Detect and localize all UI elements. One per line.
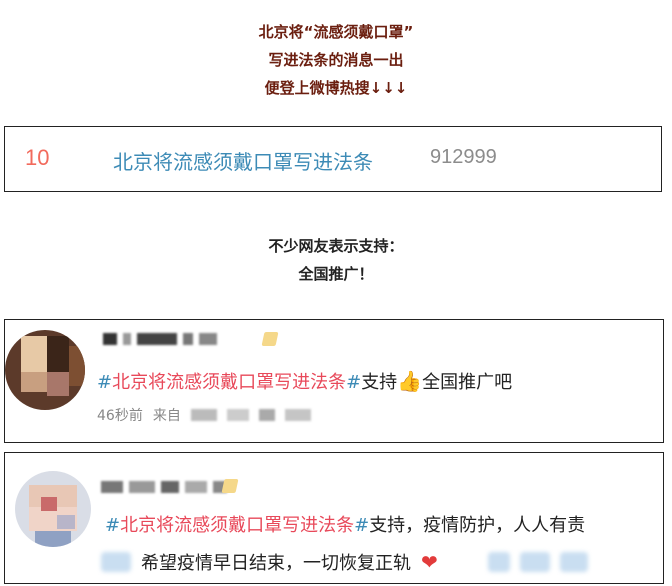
comment-intro-line: 不少网友表示支持： xyxy=(268,237,404,255)
topic-hash[interactable]: # xyxy=(354,515,369,536)
post-text: 支持，疫情防护，人人有责 xyxy=(369,515,586,536)
intro-line: 便登上微博热搜↓↓↓ xyxy=(264,79,408,97)
hot-search-item[interactable]: 10 北京将流感须戴口罩写进法条 912999 xyxy=(4,126,662,192)
comment-intro-line: 全国推广！ xyxy=(298,265,374,283)
topic-hash[interactable]: # xyxy=(97,372,112,393)
post-time: 46秒前 xyxy=(97,408,143,424)
username-blurred[interactable] xyxy=(103,333,217,345)
topic-link[interactable]: 北京将流感须戴口罩写进法条 xyxy=(112,372,346,393)
post-text: 希望疫情早日结束，一切恢复正轨 xyxy=(141,553,411,574)
post-content-line2: 希望疫情早日结束，一切恢复正轨 ❤ xyxy=(101,549,588,575)
avatar[interactable] xyxy=(15,471,91,547)
post-source-blurred xyxy=(190,409,311,421)
post-meta: 46秒前 来自 xyxy=(97,405,311,425)
hot-search-title[interactable]: 北京将流感须戴口罩写进法条 xyxy=(113,146,373,175)
blurred-content xyxy=(559,552,588,572)
topic-hash[interactable]: # xyxy=(105,515,120,536)
intro-text: 北京将“流感须戴口罩” 写进法条的消息一出 便登上微博热搜↓↓↓ xyxy=(0,18,672,102)
weibo-post: #北京将流感须戴口罩写进法条#支持👍全国推广吧 46秒前 来自 xyxy=(4,319,664,443)
intro-line: 北京将“流感须戴口罩” xyxy=(258,23,414,41)
topic-hash[interactable]: # xyxy=(346,372,361,393)
weibo-post: #北京将流感须戴口罩写进法条#支持，疫情防护，人人有责 希望疫情早日结束，一切恢… xyxy=(4,452,664,584)
hot-search-rank: 10 xyxy=(25,145,50,170)
post-content: #北京将流感须戴口罩写进法条#支持，疫情防护，人人有责 xyxy=(105,511,585,537)
comment-intro: 不少网友表示支持： 全国推广！ xyxy=(0,232,672,288)
username-blurred[interactable] xyxy=(101,481,227,493)
heart-icon: ❤ xyxy=(421,550,438,574)
blurred-content xyxy=(487,552,510,572)
post-text: 全国推广吧 xyxy=(422,372,513,393)
topic-link[interactable]: 北京将流感须戴口罩写进法条 xyxy=(120,515,354,536)
intro-line: 写进法条的消息一出 xyxy=(268,51,404,69)
member-badge-icon xyxy=(261,332,279,346)
post-text: 支持 xyxy=(361,372,398,393)
blurred-mention xyxy=(101,552,131,572)
post-content: #北京将流感须戴口罩写进法条#支持👍全国推广吧 xyxy=(97,368,512,394)
thumbs-up-icon: 👍 xyxy=(397,369,423,393)
avatar[interactable] xyxy=(5,330,85,410)
member-badge-icon xyxy=(221,479,239,493)
post-source-label: 来自 xyxy=(152,408,181,424)
blurred-content xyxy=(519,552,550,572)
hot-search-count: 912999 xyxy=(430,146,497,168)
